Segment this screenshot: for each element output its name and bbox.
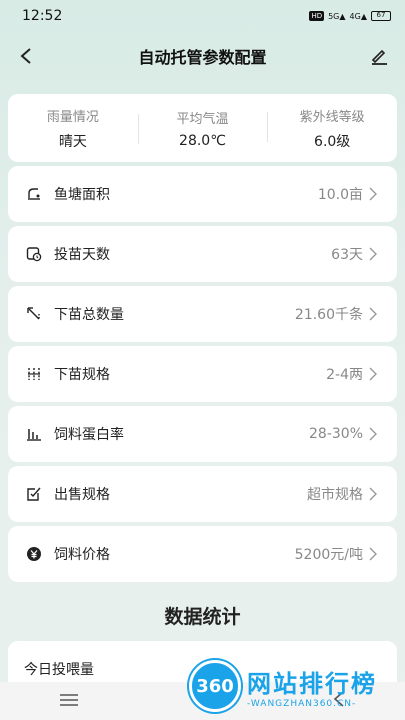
pond-area-icon — [24, 184, 44, 204]
param-label: 鱼塘面积 — [54, 187, 110, 203]
param-label: 饲料蛋白率 — [54, 427, 124, 443]
param-label: 出售规格 — [54, 487, 110, 503]
param-label: 饲料价格 — [54, 547, 110, 563]
param-value: 5200元/吨 — [294, 547, 363, 563]
chevron-right-icon — [369, 367, 381, 381]
diagonal-arrow-icon — [24, 304, 44, 324]
param-row-spec[interactable]: 下苗规格 2-4两 — [8, 346, 397, 402]
param-label: 投苗天数 — [54, 247, 110, 263]
weather-card: 雨量情况 晴天 平均气温 28.0℃ 紫外线等级 6.0级 — [8, 94, 397, 162]
dotted-grid-icon — [24, 364, 44, 384]
menu-icon[interactable] — [59, 692, 79, 711]
stats-section-title: 数据统计 — [164, 606, 241, 628]
watermark-logo: 360 — [189, 660, 241, 712]
watermark: 360 网站排行榜 -WANGZHAN360.CN- — [189, 658, 399, 714]
weather-rain: 雨量情况 晴天 — [8, 106, 138, 151]
param-row-protein[interactable]: 饲料蛋白率 28-30% — [8, 406, 397, 462]
param-row-sale-spec[interactable]: 出售规格 超市规格 — [8, 466, 397, 522]
bar-chart-icon — [24, 424, 44, 444]
weather-label: 紫外线等级 — [299, 109, 365, 125]
weather-label: 平均气温 — [176, 111, 229, 127]
chevron-right-icon — [369, 307, 381, 321]
watermark-cn: 网站排行榜 — [247, 669, 377, 698]
param-row-days[interactable]: 投苗天数 63天 — [8, 226, 397, 282]
chevron-right-icon — [369, 487, 381, 501]
param-list: 鱼塘面积 10.0亩 投苗天数 63天 下苗总数量 21.60千条 下苗规格 2… — [0, 166, 405, 582]
status-bar: 12:52 HD 5G▲ 4G▲ 67 — [0, 0, 405, 32]
nav-bar: 自动托管参数配置 — [0, 32, 405, 80]
status-icons: HD 5G▲ 4G▲ 67 — [309, 11, 391, 21]
param-value: 63天 — [331, 247, 363, 263]
back-icon[interactable] — [14, 44, 38, 68]
param-row-total-count[interactable]: 下苗总数量 21.60千条 — [8, 286, 397, 342]
weather-value: 6.0级 — [314, 133, 351, 150]
battery-level: 67 — [376, 11, 386, 19]
param-value: 21.60千条 — [294, 307, 363, 323]
chevron-right-icon — [369, 427, 381, 441]
param-value: 超市规格 — [307, 487, 363, 503]
weather-label: 雨量情况 — [46, 109, 99, 125]
watermark-text: 网站排行榜 -WANGZHAN360.CN- — [247, 664, 377, 709]
param-value: 2-4两 — [326, 367, 363, 383]
hd-icon: HD — [309, 11, 325, 21]
signal-5g-icon: 5G▲ — [328, 11, 346, 21]
page-title: 自动托管参数配置 — [138, 48, 267, 67]
status-time: 12:52 — [22, 8, 63, 24]
yuan-coin-icon — [24, 544, 44, 564]
param-row-pond-area[interactable]: 鱼塘面积 10.0亩 — [8, 166, 397, 222]
param-value: 28-30% — [309, 426, 363, 442]
param-label: 下苗规格 — [54, 367, 110, 383]
param-value: 10.0亩 — [317, 187, 363, 203]
edit-icon[interactable] — [367, 44, 391, 68]
weather-uv: 紫外线等级 6.0级 — [267, 106, 397, 151]
weather-temp: 平均气温 28.0℃ — [137, 108, 268, 149]
stat-label: 今日投喂量 — [24, 662, 94, 678]
signal-4g-icon: 4G▲ — [349, 11, 367, 21]
chevron-right-icon — [369, 187, 381, 201]
checkbox-edit-icon — [24, 484, 44, 504]
clock-calendar-icon — [24, 244, 44, 264]
weather-value: 28.0℃ — [179, 132, 226, 149]
param-label: 下苗总数量 — [54, 307, 124, 323]
param-row-feed-price[interactable]: 饲料价格 5200元/吨 — [8, 526, 397, 582]
chevron-right-icon — [369, 547, 381, 561]
watermark-en: -WANGZHAN360.CN- — [247, 698, 357, 709]
weather-value: 晴天 — [58, 133, 87, 150]
chevron-right-icon — [369, 247, 381, 261]
battery-icon: 67 — [371, 11, 391, 21]
